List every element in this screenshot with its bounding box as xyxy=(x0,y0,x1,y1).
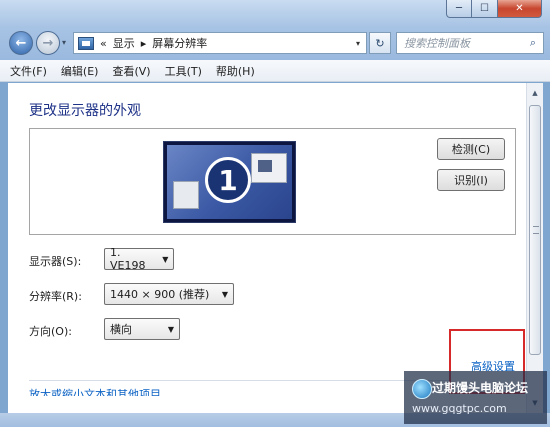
orientation-label: 方向(O): xyxy=(29,325,72,338)
main-content: 更改显示器的外观 1 检测(C) 识别(I) 显示器(S): 1. VE198 … xyxy=(8,83,526,413)
detect-button[interactable]: 检测(C) xyxy=(437,138,505,160)
chevron-down-icon: ▼ xyxy=(167,324,175,334)
back-arrow-icon: ← xyxy=(15,35,27,51)
window-thumbnail-icon xyxy=(251,153,287,183)
resolution-label: 分辨率(R): xyxy=(29,290,82,303)
page-title: 更改显示器的外观 xyxy=(29,103,141,119)
watermark-url: www.gqgtpc.com xyxy=(412,402,507,415)
minimize-button[interactable]: ─ xyxy=(446,0,472,18)
menu-tools[interactable]: 工具(T) xyxy=(165,63,202,79)
scroll-thumb[interactable] xyxy=(529,105,541,355)
breadcrumb-separator-icon[interactable]: ▸ xyxy=(141,37,147,50)
text-size-link[interactable]: 放大或缩小文本和其他项目 xyxy=(29,388,161,396)
refresh-icon: ↻ xyxy=(375,36,385,50)
forum-logo-icon xyxy=(412,379,432,399)
menu-view[interactable]: 查看(V) xyxy=(112,63,150,79)
maximize-button[interactable]: ☐ xyxy=(472,0,498,18)
menu-help[interactable]: 帮助(H) xyxy=(216,63,255,79)
back-button[interactable]: ← xyxy=(9,31,33,55)
forward-button[interactable]: → xyxy=(36,31,60,55)
window-titlebar: ─ ☐ ✕ ← → ▾ « 显示 ▸ 屏幕分辨率 ▾ ↻ 搜索控制面板 ⌕ xyxy=(0,0,550,60)
address-dropdown-icon[interactable]: ▾ xyxy=(350,39,366,48)
site-watermark: 过期馒头电脑论坛 www.gqgtpc.com xyxy=(404,371,547,424)
display-label: 显示器(S): xyxy=(29,255,82,268)
menu-edit[interactable]: 编辑(E) xyxy=(61,63,99,79)
caption-buttons: ─ ☐ ✕ xyxy=(446,0,542,18)
document-thumbnail-icon xyxy=(173,181,199,209)
search-icon[interactable]: ⌕ xyxy=(523,36,543,50)
display-preview-panel: 1 检测(C) 识别(I) xyxy=(29,128,516,235)
control-panel-icon xyxy=(78,36,94,50)
address-bar[interactable]: « 显示 ▸ 屏幕分辨率 ▾ xyxy=(73,32,367,54)
divider xyxy=(29,380,449,381)
vertical-scrollbar[interactable]: ▲ ▼ xyxy=(526,83,543,413)
display-select-value: 1. VE198 xyxy=(110,246,146,272)
menu-bar: 文件(F) 编辑(E) 查看(V) 工具(T) 帮助(H) xyxy=(0,60,550,82)
refresh-button[interactable]: ↻ xyxy=(369,32,391,54)
scroll-up-icon[interactable]: ▲ xyxy=(527,85,543,101)
menu-file[interactable]: 文件(F) xyxy=(10,63,47,79)
resolution-select-value: 1440 × 900 (推荐) xyxy=(110,288,210,301)
search-placeholder: 搜索控制面板 xyxy=(404,37,470,50)
breadcrumb-item-resolution[interactable]: 屏幕分辨率 xyxy=(152,35,207,51)
monitor-number-badge: 1 xyxy=(205,157,251,203)
breadcrumb-item-display[interactable]: 显示 xyxy=(113,35,135,51)
chevron-down-icon: ▼ xyxy=(221,289,229,299)
monitor-screen: 1 xyxy=(167,145,292,219)
recent-pages-dropdown-icon[interactable]: ▾ xyxy=(62,38,66,47)
orientation-select-value: 横向 xyxy=(110,323,132,336)
close-button[interactable]: ✕ xyxy=(498,0,542,18)
identify-button[interactable]: 识别(I) xyxy=(437,169,505,191)
watermark-title: 过期馒头电脑论坛 xyxy=(432,381,529,395)
grip-icon xyxy=(533,226,539,234)
monitor-thumbnail[interactable]: 1 xyxy=(163,141,296,223)
resolution-select[interactable]: 1440 × 900 (推荐) ▼ xyxy=(104,283,234,305)
display-select[interactable]: 1. VE198 ▼ xyxy=(104,246,174,272)
forward-arrow-icon: → xyxy=(42,35,54,51)
orientation-select[interactable]: 横向 ▼ xyxy=(104,318,180,340)
breadcrumb-overflow[interactable]: « xyxy=(100,37,107,50)
chevron-down-icon: ▼ xyxy=(162,254,169,264)
search-input[interactable]: 搜索控制面板 ⌕ xyxy=(396,32,544,54)
